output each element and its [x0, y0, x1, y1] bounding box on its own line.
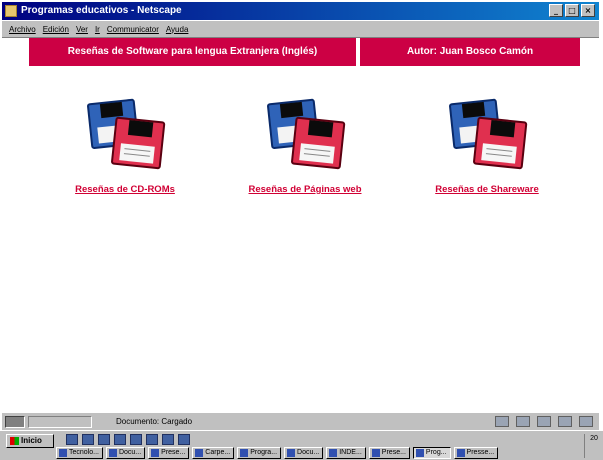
task-button[interactable]: Tecnolo... [56, 447, 103, 459]
floppy-disks-icon [267, 98, 346, 170]
quicklaunch-icon[interactable] [162, 434, 174, 445]
task-button[interactable]: Progra... [237, 447, 282, 459]
author-banner: Autor: Juan Bosco Camón [360, 38, 580, 66]
card-paginas-web: Reseñas de Páginas web [225, 98, 385, 195]
menu-archivo[interactable]: Archivo [9, 25, 36, 34]
quicklaunch-icon[interactable] [130, 434, 142, 445]
menu-ir[interactable]: Ir [95, 25, 100, 34]
progress-bar [28, 415, 92, 428]
app-icon [240, 449, 249, 457]
app-icon [329, 449, 338, 457]
menu-communicator[interactable]: Communicator [107, 25, 159, 34]
mail-icon[interactable] [516, 416, 530, 427]
start-button[interactable]: Inicio [6, 434, 54, 448]
conference-icon[interactable] [579, 416, 593, 427]
shareware-link[interactable]: Reseñas de Shareware [412, 184, 562, 195]
task-buttons: Tecnolo... Docu... Prese... Carpe... Pro… [56, 447, 499, 459]
card-shareware: Reseñas de Shareware [412, 98, 562, 195]
composer-icon[interactable] [558, 416, 572, 427]
task-label: Carpe... [205, 449, 231, 456]
menu-ayuda[interactable]: Ayuda [166, 25, 189, 34]
task-button[interactable]: Docu... [284, 447, 324, 459]
floppy-disks-icon [449, 98, 528, 170]
windows-flag-icon [10, 437, 19, 445]
component-bar [495, 416, 593, 427]
discussions-icon[interactable] [537, 416, 551, 427]
maximize-button[interactable]: □ [565, 4, 579, 17]
app-icon [287, 449, 296, 457]
task-label: Prog... [425, 449, 447, 456]
task-button-active[interactable]: Prog... [412, 447, 451, 459]
quicklaunch-icon[interactable] [66, 434, 78, 445]
title-bar: Programas educativos - Netscape _ □ × [2, 2, 599, 20]
app-icon [59, 449, 67, 457]
app-icon [415, 449, 424, 457]
quicklaunch-icon[interactable] [82, 434, 94, 445]
minimize-button[interactable]: _ [549, 4, 563, 17]
quicklaunch-icon[interactable] [98, 434, 110, 445]
task-button[interactable]: INDE... [326, 447, 366, 459]
task-label: INDE... [339, 449, 362, 456]
card-cdroms: Reseñas de CD-ROMs [50, 98, 200, 195]
security-lock-icon[interactable] [5, 415, 25, 428]
paginas-web-link[interactable]: Reseñas de Páginas web [225, 184, 385, 195]
page-content [2, 38, 599, 410]
app-icon [371, 449, 380, 457]
task-button[interactable]: Prese... [148, 447, 190, 459]
cdroms-link[interactable]: Reseñas de CD-ROMs [50, 184, 200, 195]
app-icon [151, 449, 160, 457]
quick-launch [66, 434, 190, 445]
system-tray: 20 [584, 434, 603, 458]
navigator-icon[interactable] [495, 416, 509, 427]
quicklaunch-icon[interactable] [178, 434, 190, 445]
menu-ver[interactable]: Ver [76, 25, 88, 34]
netscape-app-icon [5, 5, 17, 17]
quicklaunch-icon[interactable] [146, 434, 158, 445]
task-label: Presse... [466, 449, 495, 456]
status-text: Documento: Cargado [116, 417, 193, 426]
task-label: Prese... [381, 449, 406, 456]
quicklaunch-icon[interactable] [114, 434, 126, 445]
menu-bar: Archivo Edición Ver Ir Communicator Ayud… [2, 21, 599, 38]
window-title: Programas educativos - Netscape [21, 5, 182, 16]
start-label: Inicio [21, 436, 42, 445]
task-label: Progra... [250, 449, 278, 456]
task-button[interactable]: Carpe... [192, 447, 235, 459]
task-label: Prese... [161, 449, 186, 456]
title-banner: Reseñas de Software para lengua Extranje… [29, 38, 356, 66]
task-label: Docu... [297, 449, 320, 456]
app-icon [108, 449, 117, 457]
task-button[interactable]: Presse... [453, 447, 499, 459]
task-button[interactable]: Docu... [105, 447, 146, 459]
menu-edicion[interactable]: Edición [43, 25, 69, 34]
task-button[interactable]: Prese... [368, 447, 410, 459]
task-label: Docu... [118, 449, 142, 456]
app-icon [195, 449, 204, 457]
task-label: Tecnolo... [69, 449, 99, 456]
floppy-disks-icon [87, 98, 166, 170]
status-bar: Documento: Cargado [2, 412, 599, 430]
taskbar: Inicio Tecnolo... Docu... Prese... Carpe… [0, 430, 603, 460]
app-icon [456, 449, 465, 457]
window-controls: _ □ × [549, 4, 595, 17]
close-button[interactable]: × [581, 4, 595, 17]
clock[interactable]: 20 [590, 435, 598, 442]
